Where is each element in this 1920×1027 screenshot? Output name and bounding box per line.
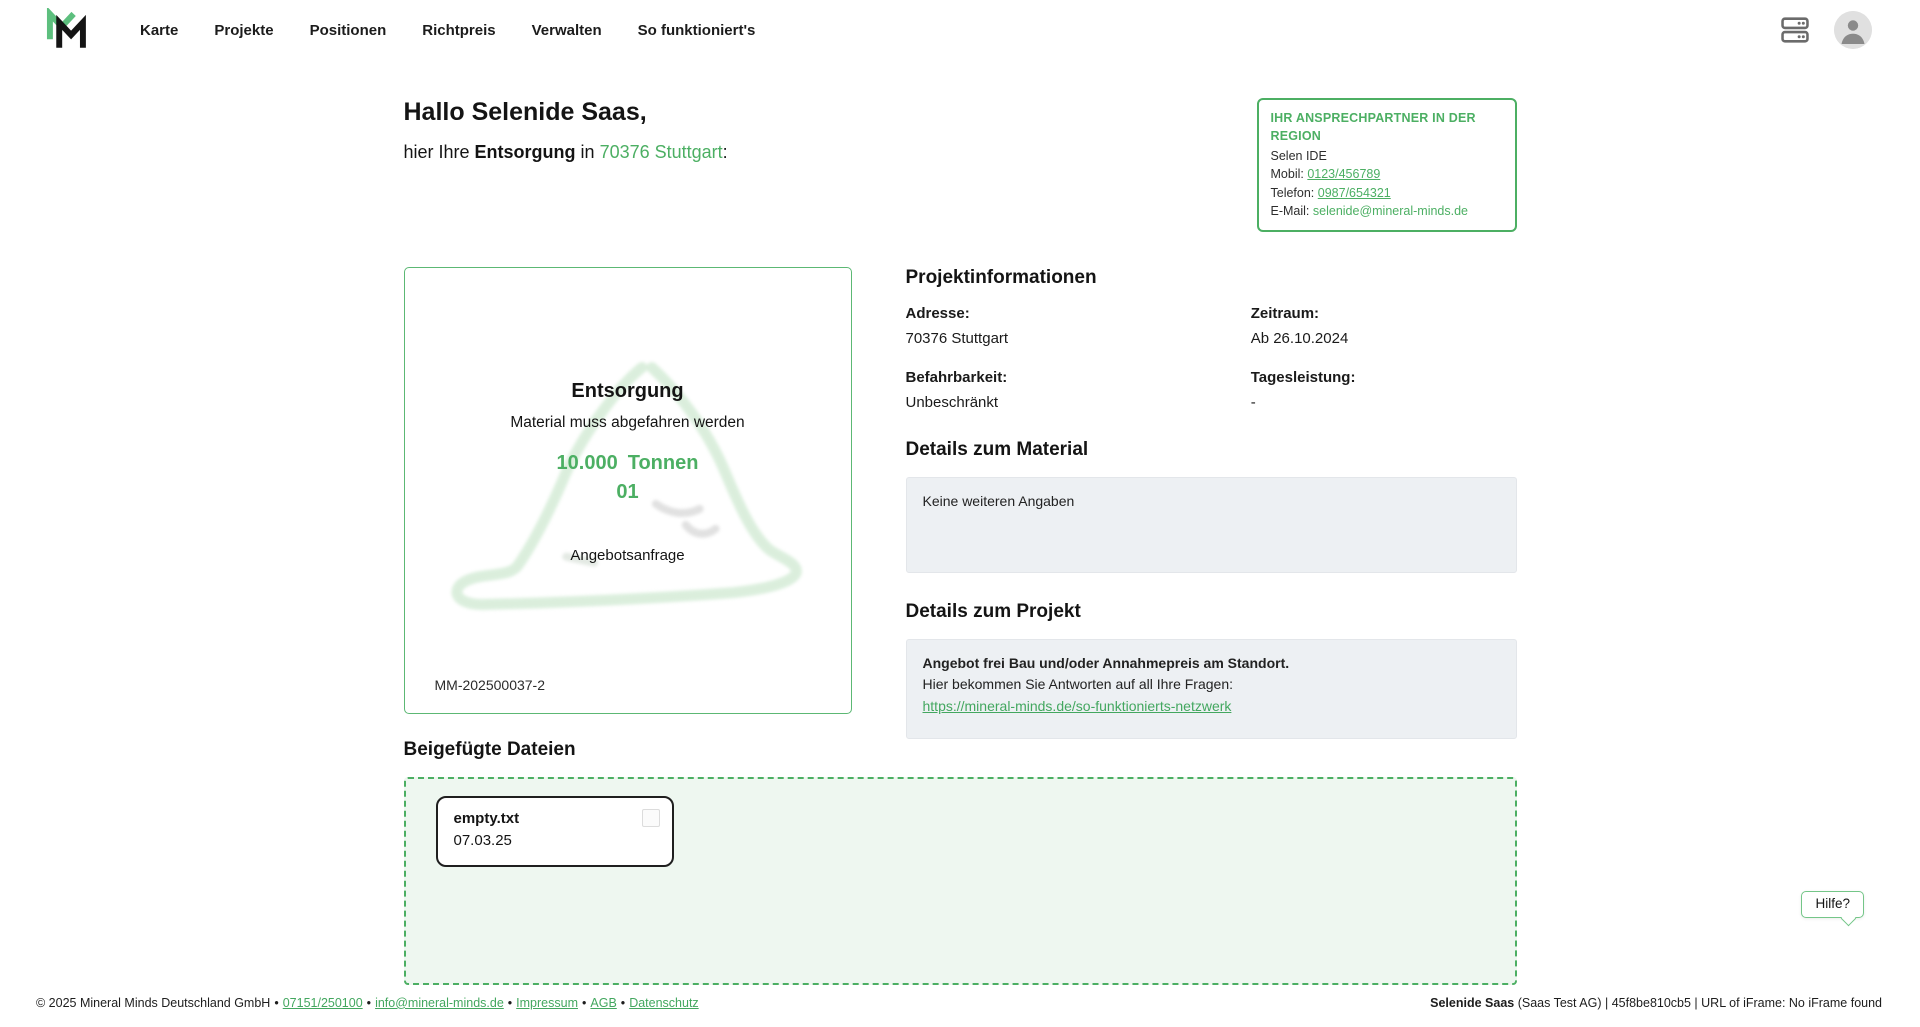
user-avatar[interactable]	[1834, 11, 1872, 49]
footer-datenschutz-link[interactable]: Datenschutz	[629, 996, 698, 1010]
mobile-label: Mobil:	[1271, 167, 1304, 181]
footer: © 2025 Mineral Minds Deutschland GmbH • 07…	[0, 985, 1920, 1027]
contact-phone-row: Telefon: 0987/654321	[1271, 184, 1503, 202]
project-details-bold-line: Angebot frei Bau und/oder Annahmepreis a…	[923, 653, 1500, 675]
main-nav: Karte Projekte Positionen Richtpreis Ver…	[140, 22, 755, 39]
nav-item-projekte[interactable]: Projekte	[214, 22, 273, 39]
footer-separator: •	[621, 996, 625, 1010]
footer-separator: •	[582, 996, 586, 1010]
nav-item-so-funktionierts[interactable]: So funktioniert's	[638, 22, 756, 39]
footer-session-info: Selenide Saas (Saas Test AG) | 45f8be810…	[1430, 996, 1882, 1010]
field-adresse: Adresse: 70376 Stuttgart	[906, 305, 1251, 347]
greeting-prefix: hier Ihre	[404, 142, 475, 162]
mobile-link[interactable]: 0123/456789	[1307, 167, 1380, 181]
field-value: 70376 Stuttgart	[906, 330, 1251, 347]
contact-mobile-row: Mobil: 0123/456789	[1271, 165, 1503, 183]
field-label: Zeitraum:	[1251, 305, 1517, 322]
card-subtitle: Material muss abgefahren werden	[405, 414, 851, 432]
nav-item-richtpreis[interactable]: Richtpreis	[422, 22, 495, 39]
field-befahrbarkeit: Befahrbarkeit: Unbeschränkt	[906, 369, 1251, 411]
nav-item-karte[interactable]: Karte	[140, 22, 178, 39]
footer-impressum-link[interactable]: Impressum	[516, 996, 578, 1010]
card-status: Angebotsanfrage	[405, 547, 851, 564]
card-reference-number: MM-202500037-2	[435, 677, 546, 693]
field-zeitraum: Zeitraum: Ab 26.10.2024	[1251, 305, 1517, 347]
file-card[interactable]: empty.txt 07.03.25	[436, 796, 674, 867]
greeting-subtitle: hier Ihre Entsorgung in 70376 Stuttgart:	[404, 142, 728, 163]
card-amount: 10.000 Tonnen	[405, 452, 851, 475]
nav-item-verwalten[interactable]: Verwalten	[532, 22, 602, 39]
location-link[interactable]: 70376 Stuttgart	[600, 142, 723, 162]
footer-agb-link[interactable]: AGB	[590, 996, 616, 1010]
server-icon[interactable]	[1780, 15, 1810, 45]
attachments-heading: Beigefügte Dateien	[404, 739, 1517, 761]
page-title: Hallo Selenide Saas,	[404, 98, 728, 127]
network-info-link[interactable]: https://mineral-minds.de/so-funktioniert…	[923, 698, 1232, 714]
field-label: Befahrbarkeit:	[906, 369, 1251, 386]
footer-separator: •	[274, 996, 278, 1010]
project-card[interactable]: Entsorgung Material muss abgefahren werd…	[404, 267, 852, 714]
footer-separator: •	[508, 996, 512, 1010]
nav-item-positionen[interactable]: Positionen	[310, 22, 387, 39]
field-value: -	[1251, 394, 1517, 411]
field-label: Adresse:	[906, 305, 1251, 322]
field-tagesleistung: Tagesleistung: -	[1251, 369, 1517, 411]
top-navigation-bar: Karte Projekte Positionen Richtpreis Ver…	[0, 0, 1920, 60]
copyright-text: © 2025 Mineral Minds Deutschland GmbH	[36, 996, 270, 1010]
material-details-text: Keine weiteren Angaben	[923, 493, 1075, 509]
project-details-line: Hier bekommen Sie Antworten auf all Ihre…	[923, 674, 1500, 696]
field-label: Tagesleistung:	[1251, 369, 1517, 386]
greeting-mid: in	[576, 142, 600, 162]
main-content: Hallo Selenide Saas, hier Ihre Entsorgun…	[404, 60, 1517, 985]
project-details-box: Angebot frei Bau und/oder Annahmepreis a…	[906, 639, 1517, 739]
phone-link[interactable]: 0987/654321	[1318, 186, 1391, 200]
attachments-dropzone[interactable]: empty.txt 07.03.25	[404, 777, 1517, 985]
amount-value: 10.000	[557, 452, 618, 474]
phone-label: Telefon:	[1271, 186, 1315, 200]
footer-email-link[interactable]: info@mineral-minds.de	[375, 996, 504, 1010]
project-details-heading: Details zum Projekt	[906, 601, 1517, 623]
footer-left: © 2025 Mineral Minds Deutschland GmbH • 07…	[36, 996, 699, 1010]
card-project-type: Entsorgung	[405, 380, 851, 403]
file-date: 07.03.25	[454, 832, 632, 849]
footer-separator: •	[367, 996, 371, 1010]
footer-user-name: Selenide Saas	[1430, 996, 1514, 1010]
greeting-project-type: Entsorgung	[475, 142, 576, 162]
greeting-suffix: :	[723, 142, 728, 162]
mineral-minds-logo-icon[interactable]	[44, 8, 88, 52]
field-value: Unbeschränkt	[906, 394, 1251, 411]
card-position-number: 01	[405, 481, 851, 504]
material-details-heading: Details zum Material	[906, 439, 1517, 461]
footer-phone-link[interactable]: 07151/250100	[283, 996, 363, 1010]
field-value: Ab 26.10.2024	[1251, 330, 1517, 347]
file-name: empty.txt	[454, 810, 632, 827]
email-label: E-Mail:	[1271, 204, 1310, 218]
material-details-box: Keine weiteren Angaben	[906, 477, 1517, 573]
contact-box-title: IHR ANSPRECHPARTNER IN DER REGION	[1271, 109, 1503, 145]
project-info-heading: Projektinformationen	[906, 267, 1517, 289]
email-link[interactable]: selenide@mineral-minds.de	[1313, 204, 1468, 218]
contact-partner-box: IHR ANSPRECHPARTNER IN DER REGION Selen …	[1257, 98, 1517, 232]
project-info-grid: Adresse: 70376 Stuttgart Zeitraum: Ab 26…	[906, 305, 1517, 411]
contact-name: Selen IDE	[1271, 147, 1503, 165]
contact-email-row: E-Mail: selenide@mineral-minds.de	[1271, 202, 1503, 220]
file-checkbox[interactable]	[642, 809, 660, 827]
amount-unit: Tonnen	[628, 452, 699, 474]
footer-user-details: (Saas Test AG) | 45f8be810cb5 | URL of i…	[1514, 996, 1882, 1010]
help-button[interactable]: Hilfe?	[1801, 891, 1864, 918]
